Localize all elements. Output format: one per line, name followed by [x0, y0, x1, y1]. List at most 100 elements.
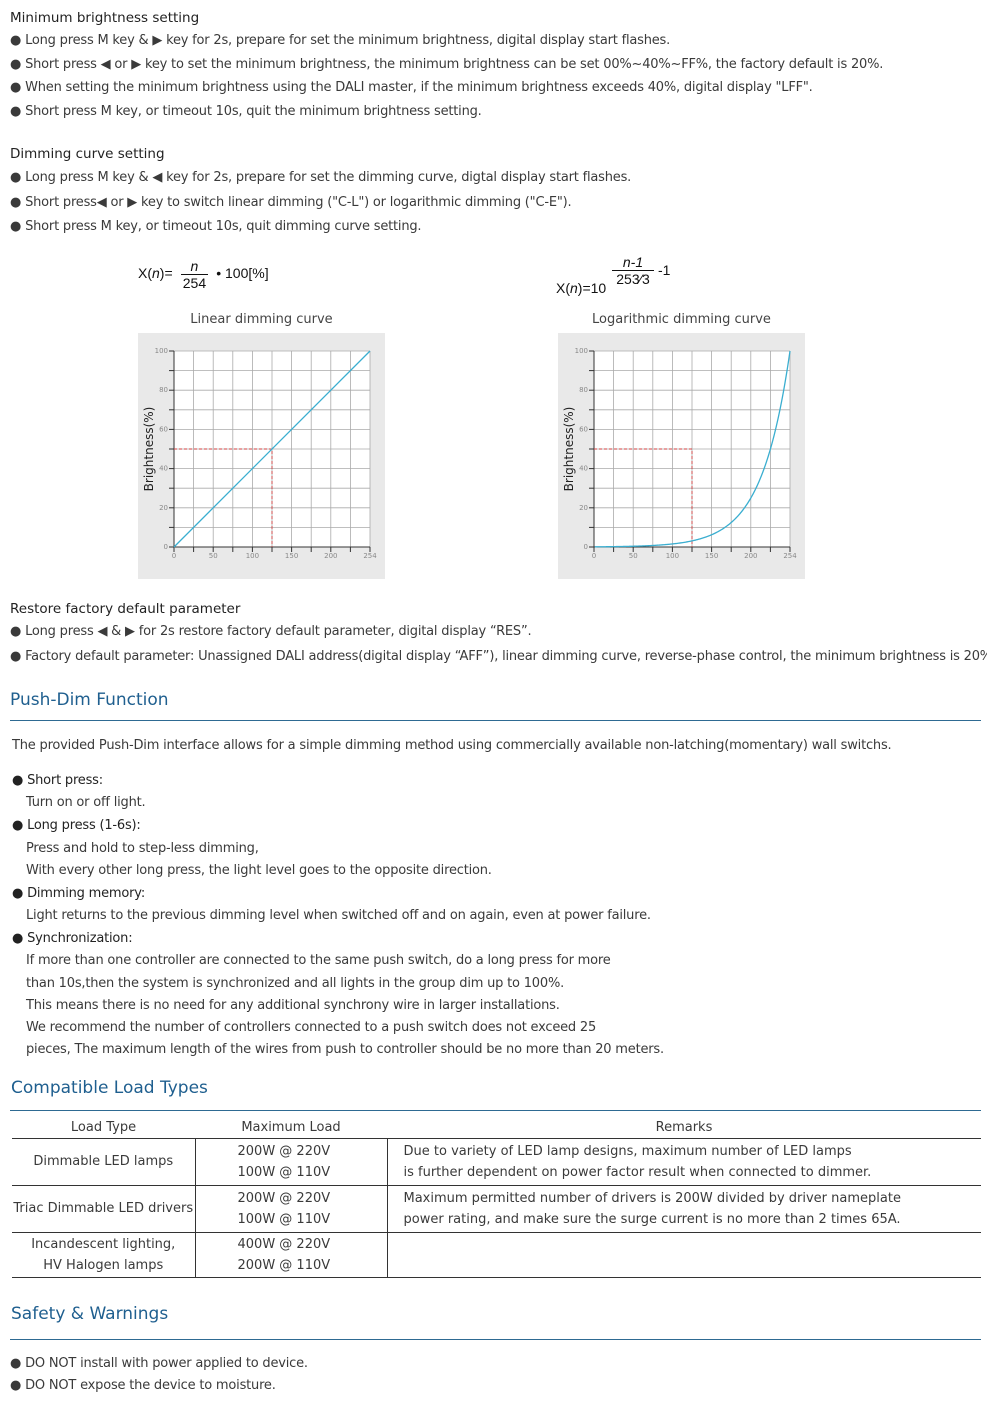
bullet-item: ● DO NOT expose the device to moisture. — [10, 1378, 276, 1393]
x-tick-label: 50 — [629, 552, 638, 560]
pushdim-item-head: ● Short press: — [12, 773, 103, 788]
y-tick-label: 60 — [579, 425, 588, 433]
f-num: n — [180, 258, 209, 275]
bullet-item: ● Long press ◀ & ▶ for 2s restore factor… — [10, 624, 532, 639]
f-tail: • 100[%] — [216, 265, 269, 282]
table-cell-type: Triac Dimmable LED drivers — [12, 1185, 196, 1232]
x-tick-label: 0 — [172, 552, 176, 560]
y-tick-label: 40 — [579, 465, 588, 473]
f-den: 253⁄3 — [616, 271, 650, 287]
cell-line: 400W @ 220V — [237, 1236, 331, 1252]
divider — [10, 1339, 981, 1340]
x-tick-label: 100 — [666, 552, 679, 560]
cell-line: 200W @ 220V — [237, 1143, 331, 1159]
linear-dimming-chart: 0 50 100 150 200 254 0 20 40 60 80 100 Brightness(%) — [138, 333, 385, 579]
f-exponent: n-1 253⁄3 — [612, 254, 654, 287]
col-load-type: Load Type — [70, 1119, 137, 1135]
bullet-item: ● Long press M key & ▶ key for 2s, prepa… — [10, 33, 671, 48]
bullet-item: ● When setting the minimum brightness us… — [10, 80, 813, 96]
f-base: X(n)=10 — [556, 280, 606, 296]
cell-line: Incandescent lighting, — [31, 1236, 176, 1252]
linear-chart-title: Linear dimming curve — [190, 312, 333, 327]
y-tick-label: 100 — [575, 347, 588, 355]
table-row: Triac Dimmable LED drivers 200W @ 220V 100… — [12, 1185, 981, 1232]
f-lhs: X( — [556, 280, 570, 296]
f-tail: -1 — [658, 262, 671, 278]
dimming-curve-title: Dimming curve setting — [10, 146, 165, 162]
table-cell-remarks: Due to variety of LED lamp designs, maxi… — [387, 1138, 981, 1185]
pushdim-intro: The provided Push-Dim interface allows f… — [12, 738, 892, 753]
load-types-table: Load Type Maximum Load Remarks Dimmable … — [12, 1117, 981, 1278]
document-page: Minimum brightness setting ● Long press … — [0, 0, 987, 1411]
bullet-item: ● Factory default parameter: Unassigned … — [10, 648, 987, 664]
f-fraction: n 254 — [180, 258, 209, 291]
y-tick-label: 80 — [579, 386, 588, 394]
min-brightness-title: Minimum brightness setting — [10, 10, 200, 26]
x-tick-label: 254 — [783, 552, 797, 560]
cell-line: Due to variety of LED lamp designs, maxi… — [403, 1143, 852, 1159]
pushdim-item-text: Press and hold to step-less dimming, — [26, 840, 259, 856]
y-tick-label: 80 — [159, 386, 168, 394]
log-chart-title: Logarithmic dimming curve — [592, 312, 771, 327]
f-n: n — [570, 280, 578, 296]
x-tick-label: 100 — [246, 552, 259, 560]
f-n: n — [152, 265, 160, 282]
y-tick-label: 60 — [159, 425, 168, 433]
pushdim-item-text: This means there is no need for any addi… — [26, 997, 560, 1013]
bullet-item: ● Short press◀ or ▶ key to switch linear… — [10, 194, 572, 210]
table-cell-max: 200W @ 220V 100W @ 110V — [195, 1185, 388, 1232]
x-tick-label: 254 — [363, 552, 377, 560]
safety-heading: Safety & Warnings — [11, 1304, 169, 1324]
x-tick-label: 150 — [285, 552, 298, 560]
cell-line: Maximum permitted number of drivers is 2… — [403, 1190, 901, 1206]
f-rhs: )=10 — [577, 280, 607, 296]
cell-line: 100W @ 110V — [237, 1164, 331, 1180]
table-cell-max: 200W @ 220V 100W @ 110V — [195, 1138, 388, 1185]
y-tick-label: 100 — [155, 347, 168, 355]
cell-line: HV Halogen lamps — [43, 1257, 164, 1273]
y-tick-label: 0 — [584, 543, 588, 551]
pushdim-item-text: pieces, The maximum length of the wires … — [26, 1042, 664, 1058]
x-tick-label: 50 — [209, 552, 218, 560]
y-tick-label: 20 — [579, 504, 588, 512]
pushdim-item-text: Light returns to the previous dimming le… — [26, 908, 651, 923]
table-cell-type: Dimmable LED lamps — [12, 1138, 196, 1185]
bullet-item: ● Long press M key & ◀ key for 2s, prepa… — [10, 170, 632, 185]
f-den: 254 — [182, 275, 207, 291]
bullet-item: ● Short press ◀ or ▶ key to set the mini… — [10, 56, 884, 72]
cell-line: Triac Dimmable LED drivers — [13, 1201, 194, 1216]
y-axis-label: Brightness(%) — [562, 407, 576, 492]
x-tick-label: 150 — [705, 552, 718, 560]
cell-line: 100W @ 110V — [237, 1211, 331, 1227]
cell-line: is further dependent on power factor res… — [403, 1164, 872, 1180]
y-tick-label: 0 — [164, 543, 168, 551]
bullet-item: ● Short press M key, or timeout 10s, qui… — [10, 219, 422, 234]
pushdim-item-text: Turn on or off light. — [26, 795, 146, 811]
pushdim-item-text: If more than one controller are connecte… — [26, 953, 611, 969]
cell-line: power rating, and make sure the surge cu… — [403, 1211, 901, 1227]
table-cell-max: 400W @ 220V 200W @ 110V — [195, 1232, 388, 1277]
x-tick-label: 0 — [592, 552, 596, 560]
cell-line: 200W @ 110V — [237, 1257, 331, 1273]
y-tick-label: 40 — [159, 465, 168, 473]
bullet-item: ● Short press M key, or timeout 10s, qui… — [10, 104, 482, 120]
pushdim-item-head: ● Dimming memory: — [12, 885, 146, 901]
pushdim-heading: Push-Dim Function — [10, 690, 169, 710]
x-tick-label: 200 — [324, 552, 337, 560]
pushdim-item-head: ● Long press (1-6s): — [12, 818, 141, 834]
linear-formula: X(n)= n 254 • 100[%] — [138, 258, 269, 291]
table-cell-remarks: Maximum permitted number of drivers is 2… — [387, 1185, 981, 1232]
cell-line: 200W @ 220V — [237, 1190, 331, 1206]
col-max-load: Maximum Load — [241, 1119, 341, 1135]
log-dimming-chart: 0 50 100 150 200 254 0 20 40 60 80 100 Brightness(%) — [558, 333, 805, 579]
restore-title: Restore factory default parameter — [10, 601, 241, 617]
f-rhs: )= — [159, 265, 173, 282]
y-axis-label: Brightness(%) — [142, 407, 156, 492]
pushdim-item-head: ● Synchronization: — [12, 930, 133, 946]
pushdim-item-text: With every other long press, the light l… — [26, 862, 492, 878]
y-tick-label: 20 — [159, 504, 168, 512]
f-num: n-1 — [612, 254, 654, 271]
divider — [10, 720, 981, 721]
bullet-item: ● DO NOT install with power applied to d… — [10, 1356, 308, 1371]
table-row: Dimmable LED lamps 200W @ 220V 100W @ 110V… — [12, 1138, 981, 1185]
